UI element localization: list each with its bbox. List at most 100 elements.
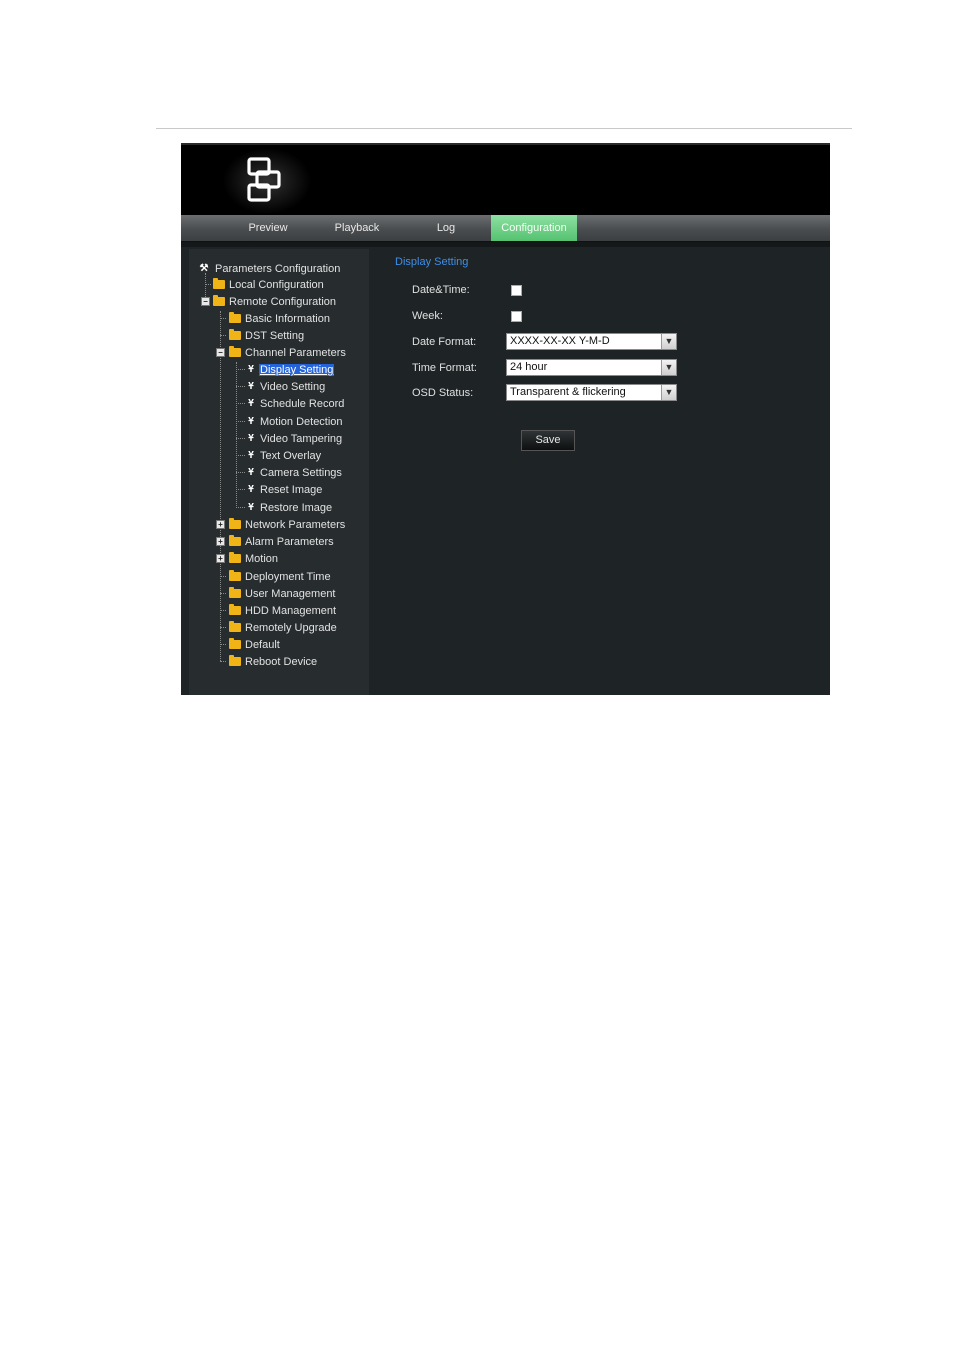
folder-icon: [229, 345, 241, 357]
tree-item-label: Local Configuration: [229, 279, 324, 292]
collapse-toggle-icon[interactable]: −: [201, 297, 210, 306]
tree-item-channel-parameters[interactable]: Channel Parameters: [229, 345, 347, 361]
tree-item-local-configuration[interactable]: Local Configuration: [213, 277, 325, 293]
tree-connector: [220, 311, 221, 661]
tree-connector: [220, 335, 226, 336]
tree-item-remotely-upgrade[interactable]: Remotely Upgrade: [229, 620, 338, 636]
collapse-toggle-icon[interactable]: −: [216, 348, 225, 357]
tree-connector: [236, 438, 245, 439]
chevron-down-icon[interactable]: ▼: [661, 360, 676, 375]
osd-status-select[interactable]: Transparent & flickering ▼: [506, 384, 677, 401]
tree-item-label: Restore Image: [260, 502, 333, 515]
tree-item-basic-information[interactable]: Basic Information: [229, 311, 331, 327]
tree-item-restore-image[interactable]: Ұ Restore Image: [246, 500, 333, 516]
page-divider: [156, 128, 852, 129]
setting-icon: Ұ: [248, 364, 254, 376]
folder-icon: [229, 603, 241, 615]
tree-connector: [220, 576, 226, 577]
date-format-select[interactable]: XXXX-XX-XX Y-M-D ▼: [506, 333, 677, 350]
menu-tab-log[interactable]: Log: [406, 215, 486, 241]
expand-toggle-icon[interactable]: +: [216, 520, 225, 529]
tree-connector: [220, 644, 226, 645]
tree-item-label: Network Parameters: [245, 519, 346, 532]
setting-icon: Ұ: [248, 416, 254, 428]
tree-item-alarm-parameters[interactable]: Alarm Parameters: [229, 534, 335, 550]
tree-item-reset-image[interactable]: Ұ Reset Image: [246, 482, 323, 498]
tree-item-schedule-record[interactable]: Ұ Schedule Record: [246, 396, 345, 412]
setting-icon: Ұ: [248, 502, 254, 514]
config-tree-sidebar: − − + + + ⚒ Parameters Configuration Loca…: [189, 249, 369, 695]
tree-item-hdd-management[interactable]: HDD Management: [229, 603, 337, 619]
menu-tab-configuration[interactable]: Configuration: [491, 215, 577, 241]
tree-item-label: Display Setting: [259, 364, 335, 377]
tree-connector: [236, 421, 245, 422]
section-title: Display Setting: [395, 256, 469, 268]
week-checkbox[interactable]: [511, 311, 522, 322]
setting-icon: Ұ: [248, 433, 254, 445]
header-banner: [181, 143, 830, 217]
display-setting-panel: Display Setting Date&Time: Week: Date Fo…: [369, 249, 830, 695]
main-menu-bar: Preview Playback Log Configuration: [181, 215, 830, 242]
tree-item-label: Alarm Parameters: [245, 536, 334, 549]
datetime-label: Date&Time:: [412, 284, 470, 296]
tree-item-label: Reset Image: [260, 484, 323, 497]
folder-icon: [213, 277, 225, 289]
date-format-value: XXXX-XX-XX Y-M-D: [510, 335, 610, 347]
tree-connector: [220, 593, 226, 594]
expand-toggle-icon[interactable]: +: [216, 537, 225, 546]
tree-item-dst-setting[interactable]: DST Setting: [229, 328, 305, 344]
folder-icon: [229, 620, 241, 632]
tree-item-label: Text Overlay: [260, 450, 322, 463]
datetime-checkbox[interactable]: [511, 285, 522, 296]
setting-icon: Ұ: [248, 467, 254, 479]
tree-item-label: Schedule Record: [260, 398, 345, 411]
tree-connector: [236, 507, 245, 508]
tools-icon: ⚒: [199, 263, 209, 275]
tree-item-label: Default: [245, 639, 280, 652]
tree-item-reboot-device[interactable]: Reboot Device: [229, 654, 318, 670]
tree-item-label: Remote Configuration: [229, 296, 337, 309]
tree-item-label: Motion: [245, 553, 279, 566]
tree-item-label: Parameters Configuration: [215, 263, 341, 276]
osd-status-value: Transparent & flickering: [510, 386, 626, 398]
tree-item-label: Channel Parameters: [245, 347, 346, 360]
setting-icon: Ұ: [248, 450, 254, 462]
setting-icon: Ұ: [248, 398, 254, 410]
tree-item-video-tampering[interactable]: Ұ Video Tampering: [246, 431, 343, 447]
tree-connector: [236, 489, 245, 490]
tree-item-label: DST Setting: [245, 330, 305, 343]
tree-item-motion[interactable]: Motion: [229, 551, 279, 567]
tree-item-text-overlay[interactable]: Ұ Text Overlay: [246, 448, 322, 464]
time-format-select[interactable]: 24 hour ▼: [506, 359, 677, 376]
menu-shadow: [181, 242, 830, 247]
tree-item-network-parameters[interactable]: Network Parameters: [229, 517, 346, 533]
tree-item-motion-detection[interactable]: Ұ Motion Detection: [246, 414, 344, 430]
tree-item-user-management[interactable]: User Management: [229, 586, 337, 602]
tree-connector: [236, 455, 245, 456]
tree-item-label: Camera Settings: [260, 467, 342, 480]
tree-item-camera-settings[interactable]: Ұ Camera Settings: [246, 465, 343, 481]
week-label: Week:: [412, 310, 443, 322]
menu-tab-playback[interactable]: Playback: [317, 215, 397, 241]
tree-item-label: Reboot Device: [245, 656, 318, 669]
tree-item-display-setting[interactable]: Ұ Display Setting: [246, 362, 335, 378]
tree-item-video-setting[interactable]: Ұ Video Setting: [246, 379, 326, 395]
tree-item-deployment-time[interactable]: Deployment Time: [229, 569, 332, 585]
chevron-down-icon[interactable]: ▼: [661, 385, 676, 400]
chevron-down-icon[interactable]: ▼: [661, 334, 676, 349]
expand-toggle-icon[interactable]: +: [216, 554, 225, 563]
tree-item-label: Motion Detection: [260, 416, 343, 429]
tree-item-default[interactable]: Default: [229, 637, 281, 653]
time-format-value: 24 hour: [510, 361, 548, 373]
folder-icon: [229, 551, 241, 563]
app-window: Preview Playback Log Configuration − − +…: [181, 143, 830, 695]
save-button[interactable]: Save: [521, 430, 575, 451]
tree-item-remote-configuration[interactable]: Remote Configuration: [213, 294, 337, 310]
tree-root-parameters-configuration[interactable]: ⚒ Parameters Configuration: [197, 261, 341, 277]
setting-icon: Ұ: [248, 484, 254, 496]
menu-tab-preview[interactable]: Preview: [228, 215, 308, 241]
setting-icon: Ұ: [248, 381, 254, 393]
tree-item-label: Video Setting: [260, 381, 326, 394]
tree-connector: [220, 627, 226, 628]
tree-connector: [236, 386, 245, 387]
